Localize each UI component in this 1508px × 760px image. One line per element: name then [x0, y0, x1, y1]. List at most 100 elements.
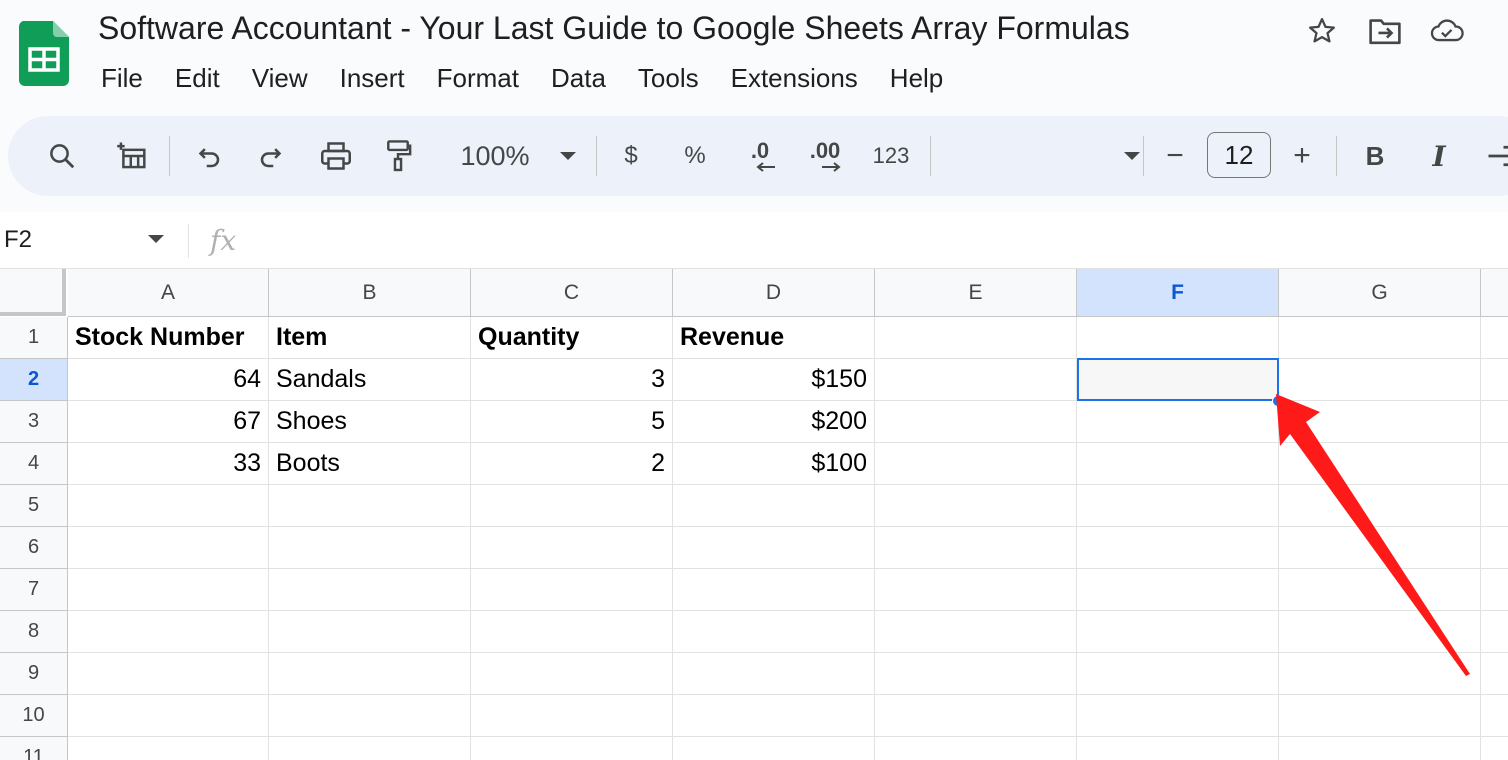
cell-h3[interactable]	[1481, 401, 1508, 443]
row-header-7[interactable]: 7	[0, 569, 68, 611]
cell-e10[interactable]	[875, 695, 1077, 737]
cell-h2[interactable]	[1481, 359, 1508, 401]
cell-g1[interactable]	[1279, 317, 1481, 359]
column-header-f[interactable]: F	[1077, 269, 1279, 317]
cell-f4[interactable]	[1077, 443, 1279, 485]
decrease-decimal-button[interactable]: .0	[738, 136, 782, 176]
menu-file[interactable]: File	[85, 58, 159, 98]
cell-a5[interactable]	[68, 485, 269, 527]
cell-c7[interactable]	[471, 569, 673, 611]
cell-h7[interactable]	[1481, 569, 1508, 611]
bold-button[interactable]: B	[1360, 136, 1390, 176]
cell-e8[interactable]	[875, 611, 1077, 653]
cell-c3[interactable]: 5	[471, 401, 673, 443]
cell-f6[interactable]	[1077, 527, 1279, 569]
row-header-2[interactable]: 2	[0, 359, 68, 401]
cell-d6[interactable]	[673, 527, 875, 569]
cell-c6[interactable]	[471, 527, 673, 569]
cell-f9[interactable]	[1077, 653, 1279, 695]
column-header-c[interactable]: C	[471, 269, 673, 317]
cell-c9[interactable]	[471, 653, 673, 695]
cell-a9[interactable]	[68, 653, 269, 695]
cell-c11[interactable]	[471, 737, 673, 760]
cell-d5[interactable]	[673, 485, 875, 527]
row-header-4[interactable]: 4	[0, 443, 68, 485]
cell-d10[interactable]	[673, 695, 875, 737]
cloud-saved-icon[interactable]	[1430, 14, 1464, 48]
cell-a4[interactable]: 33	[68, 443, 269, 485]
column-header-overflow[interactable]	[1481, 269, 1508, 317]
cell-h10[interactable]	[1481, 695, 1508, 737]
percent-format-button[interactable]: %	[680, 136, 710, 176]
cell-f11[interactable]	[1077, 737, 1279, 760]
row-header-1[interactable]: 1	[0, 317, 68, 359]
search-menus-icon[interactable]	[44, 136, 80, 176]
menu-insert[interactable]: Insert	[324, 58, 421, 98]
cell-d11[interactable]	[673, 737, 875, 760]
name-box[interactable]: F2	[4, 224, 32, 256]
star-icon[interactable]	[1305, 14, 1339, 48]
selected-cell[interactable]	[1077, 358, 1279, 401]
cell-d1[interactable]: Revenue	[673, 317, 875, 359]
cell-a2[interactable]: 64	[68, 359, 269, 401]
cell-b2[interactable]: Sandals	[269, 359, 471, 401]
cell-a1[interactable]: Stock Number	[68, 317, 269, 359]
cell-b1[interactable]: Item	[269, 317, 471, 359]
font-size-input[interactable]: 12	[1207, 132, 1271, 178]
document-title[interactable]: Software Accountant - Your Last Guide to…	[98, 8, 1130, 48]
row-header-11[interactable]: 11	[0, 737, 68, 760]
cell-h11[interactable]	[1481, 737, 1508, 760]
cell-a6[interactable]	[68, 527, 269, 569]
zoom-select[interactable]: 100%	[448, 136, 588, 176]
menu-edit[interactable]: Edit	[159, 58, 236, 98]
currency-format-button[interactable]: $	[616, 136, 646, 176]
strikethrough-icon[interactable]	[1486, 136, 1508, 176]
paint-format-icon[interactable]	[380, 136, 416, 176]
cell-b5[interactable]	[269, 485, 471, 527]
row-header-9[interactable]: 9	[0, 653, 68, 695]
cell-c4[interactable]: 2	[471, 443, 673, 485]
cell-e11[interactable]	[875, 737, 1077, 760]
decrease-font-size-button[interactable]: −	[1160, 136, 1190, 176]
chevron-down-icon[interactable]	[148, 234, 164, 244]
cell-h5[interactable]	[1481, 485, 1508, 527]
cell-e7[interactable]	[875, 569, 1077, 611]
cell-g11[interactable]	[1279, 737, 1481, 760]
cell-a8[interactable]	[68, 611, 269, 653]
redo-icon[interactable]	[254, 136, 290, 176]
cell-e1[interactable]	[875, 317, 1077, 359]
column-header-g[interactable]: G	[1279, 269, 1481, 317]
undo-icon[interactable]	[190, 136, 226, 176]
cell-h6[interactable]	[1481, 527, 1508, 569]
row-header-8[interactable]: 8	[0, 611, 68, 653]
menu-help[interactable]: Help	[874, 58, 959, 98]
menu-tools[interactable]: Tools	[622, 58, 715, 98]
cell-f1[interactable]	[1077, 317, 1279, 359]
column-header-a[interactable]: A	[68, 269, 269, 317]
sheets-logo-icon[interactable]	[19, 21, 69, 86]
italic-button[interactable]: I	[1424, 136, 1454, 176]
cell-a7[interactable]	[68, 569, 269, 611]
select-all-corner[interactable]	[0, 269, 66, 316]
row-header-10[interactable]: 10	[0, 695, 68, 737]
cell-e6[interactable]	[875, 527, 1077, 569]
font-family-select[interactable]	[940, 136, 1140, 176]
cell-b9[interactable]	[269, 653, 471, 695]
column-header-e[interactable]: E	[875, 269, 1077, 317]
menu-format[interactable]: Format	[421, 58, 535, 98]
cell-b4[interactable]: Boots	[269, 443, 471, 485]
cell-b7[interactable]	[269, 569, 471, 611]
increase-decimal-button[interactable]: .00	[800, 136, 850, 176]
move-to-folder-icon[interactable]	[1368, 14, 1402, 48]
cell-f7[interactable]	[1077, 569, 1279, 611]
cell-c1[interactable]: Quantity	[471, 317, 673, 359]
cell-f10[interactable]	[1077, 695, 1279, 737]
cell-h4[interactable]	[1481, 443, 1508, 485]
cell-d8[interactable]	[673, 611, 875, 653]
cell-h9[interactable]	[1481, 653, 1508, 695]
column-header-b[interactable]: B	[269, 269, 471, 317]
row-header-3[interactable]: 3	[0, 401, 68, 443]
cell-e9[interactable]	[875, 653, 1077, 695]
cell-c10[interactable]	[471, 695, 673, 737]
cell-a10[interactable]	[68, 695, 269, 737]
